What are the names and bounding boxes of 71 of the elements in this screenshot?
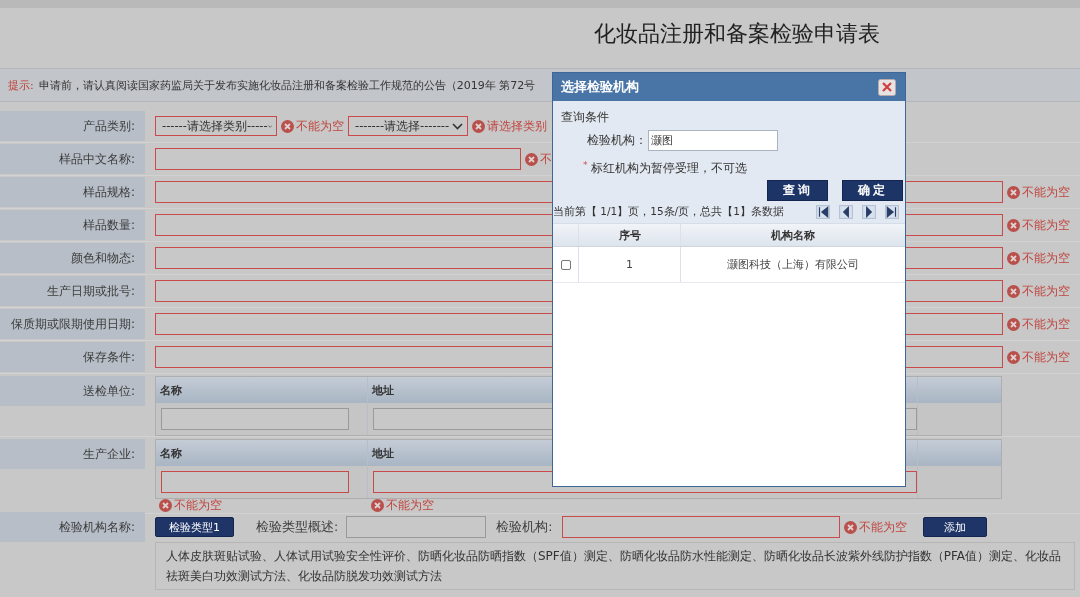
error-icon [281,119,294,133]
error-message: 不能为空 [1022,315,1070,333]
text-field[interactable] [562,516,841,538]
column-header: 机构名称 [770,227,816,244]
table-cell[interactable]: 灏图科技（上海）有限公司 [681,247,905,282]
dialog-button[interactable]: 查询 [767,180,828,201]
error-message: 不能为空 [174,496,222,514]
error-message: 不能为空 [1022,216,1070,234]
error-message: 不能为空 [1022,249,1070,267]
error-message: 不能为空 [386,496,434,514]
category-select[interactable]: -------请选择------- [348,116,468,136]
inspection-type-button[interactable]: 检验类型1 [155,517,234,537]
column-header: 序号 [579,224,681,246]
search-field[interactable]: 灏图 [648,130,778,151]
error-message: 不能为空 [1022,183,1070,201]
error-icon [1007,317,1020,331]
note-text: 标红机构为暂停受理，不可选 [590,160,747,177]
field-label: 生产企业: [0,439,145,469]
error-icon [1007,251,1020,265]
text-field[interactable] [161,471,349,493]
notice-label: 提示: [8,77,34,93]
close-icon[interactable] [878,78,896,96]
error-icon [1007,350,1020,364]
last-page-icon[interactable] [885,205,899,219]
error-message: 请选择类别 [487,117,547,135]
field-label: 产品类别: [0,111,145,141]
text-field[interactable] [346,516,487,538]
next-page-icon[interactable] [862,205,876,219]
field-label: 保质期或限期使用日期: [0,309,145,339]
error-icon [1007,284,1020,298]
error-icon [1007,185,1020,199]
error-icon [1007,218,1020,232]
error-icon [159,498,172,512]
add-button[interactable]: 添加 [923,517,988,537]
column-header: 名称 [156,440,368,466]
field-label: 检验机构: [496,518,553,536]
column-header: 名称 [156,377,368,403]
dialog-title: 选择检验机构 [561,78,639,96]
notice-text: 申请前，请认真阅读国家药监局关于发布实施化妆品注册和备案检验工作规范的公告（2019年 第72号 [38,77,536,93]
pager-text: 当前第【 1/1】页，15条/页，总共【1】条数据 [553,205,784,219]
field-label: 保存条件: [0,342,145,372]
error-message: 不 [540,150,552,168]
text-field[interactable] [155,148,521,170]
error-icon [472,119,485,133]
field-label: 检验机构名称: [0,512,145,542]
row-checkbox[interactable] [560,259,571,270]
field-label: 生产日期或批号: [0,276,145,306]
error-icon [371,498,384,512]
error-message: 不能为空 [1022,282,1070,300]
error-message: 不能为空 [1022,348,1070,366]
section-title: 查询条件 [561,109,610,126]
field-label: 样品数量: [0,210,145,240]
table-cell: 1 [579,247,681,282]
field-label: 送检单位: [0,376,145,406]
previous-page-icon[interactable] [839,205,853,219]
required-mark: * [583,160,588,172]
search-label: 检验机构： [587,132,647,149]
inspection-description: 人体皮肤斑贴试验、人体试用试验安全性评价、防晒化妆品防晒指数（SPF值）测定、防晒化妆品防水性能测定、防晒化妆品长波紫外线防护指数（PFA值）测定、化妆品祛斑美白功效测试方法、化妆品防脱发功效测试方法 [155,542,1075,590]
text-field[interactable] [161,408,349,430]
dialog-button[interactable]: 确定 [842,180,903,201]
error-message: 不能为空 [859,518,908,536]
first-page-icon[interactable] [816,205,830,219]
error-icon [844,520,858,534]
field-label: 检验类型概述: [256,518,339,536]
category-select[interactable]: ------请选择类别----- [155,116,277,136]
error-icon [525,152,538,166]
field-label: 样品规格: [0,177,145,207]
field-label: 样品中文名称: [0,144,145,174]
page-title: 化妆品注册和备案检验申请表 [594,20,880,48]
error-message: 不能为空 [296,117,344,135]
field-label: 颜色和物态: [0,243,145,273]
